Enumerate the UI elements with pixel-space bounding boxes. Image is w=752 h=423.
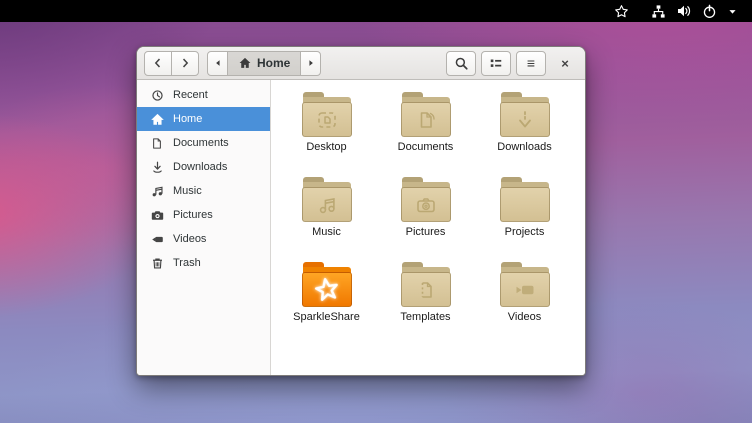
path-location-label: Home xyxy=(257,56,290,70)
path-bar: Home xyxy=(207,51,321,76)
close-icon: × xyxy=(561,56,569,71)
chevron-down-icon[interactable] xyxy=(722,0,743,22)
folder-item-music[interactable]: Music xyxy=(277,177,376,262)
window-body: Recent Home Documents Downloads Music xyxy=(137,80,585,375)
folder-icon xyxy=(302,177,352,222)
folder-icon xyxy=(302,262,352,307)
sidebar-item-trash[interactable]: Trash xyxy=(137,251,270,275)
sidebar-item-downloads[interactable]: Downloads xyxy=(137,155,270,179)
network-icon[interactable] xyxy=(646,0,671,22)
headerbar: Home ≡ × xyxy=(137,47,585,80)
folder-label: Videos xyxy=(508,311,541,324)
back-button[interactable] xyxy=(144,51,172,76)
home-icon xyxy=(238,56,252,70)
sidebar-item-label: Pictures xyxy=(173,209,213,221)
folder-item-pictures[interactable]: Pictures xyxy=(376,177,475,262)
sidebar-item-documents[interactable]: Documents xyxy=(137,131,270,155)
sidebar-item-label: Trash xyxy=(173,257,201,269)
folder-icon xyxy=(401,177,451,222)
magnifier-icon xyxy=(454,56,469,71)
system-top-bar xyxy=(0,0,752,22)
chevron-left-icon xyxy=(151,56,165,70)
desktop-screen: Home ≡ × xyxy=(0,0,752,423)
sidebar-item-pictures[interactable]: Pictures xyxy=(137,203,270,227)
search-button[interactable] xyxy=(446,51,476,76)
recent-icon xyxy=(150,88,164,102)
videos-icon xyxy=(150,232,164,246)
sidebar-item-recent[interactable]: Recent xyxy=(137,83,270,107)
hamburger-icon: ≡ xyxy=(527,56,535,70)
folder-label: Templates xyxy=(400,311,450,324)
folder-item-documents[interactable]: Documents xyxy=(376,92,475,177)
list-view-icon xyxy=(489,56,503,70)
music-emblem-icon xyxy=(315,193,339,217)
folder-item-sparkleshare[interactable]: SparkleShare xyxy=(277,262,376,347)
folder-label: Music xyxy=(312,226,341,239)
file-grid: Desktop Documents Downloads xyxy=(271,80,585,375)
folder-label: SparkleShare xyxy=(293,311,360,324)
triangle-left-icon xyxy=(213,58,223,68)
forward-button[interactable] xyxy=(171,51,199,76)
folder-label: Downloads xyxy=(497,141,551,154)
pictures-emblem-icon xyxy=(414,193,438,217)
downloads-icon xyxy=(150,160,164,174)
sidebar-item-label: Documents xyxy=(173,137,229,149)
volume-icon[interactable] xyxy=(671,0,697,22)
chevron-right-icon xyxy=(178,56,192,70)
music-icon xyxy=(150,184,164,198)
sidebar-item-label: Videos xyxy=(173,233,206,245)
folder-icon xyxy=(401,262,451,307)
files-window: Home ≡ × xyxy=(136,46,586,376)
folder-item-downloads[interactable]: Downloads xyxy=(475,92,574,177)
folder-icon xyxy=(401,92,451,137)
sidebar-item-label: Home xyxy=(173,113,202,125)
folder-item-projects[interactable]: Projects xyxy=(475,177,574,262)
path-next-button[interactable] xyxy=(300,51,321,76)
home-icon xyxy=(150,112,164,126)
folder-icon xyxy=(302,92,352,137)
sidebar: Recent Home Documents Downloads Music xyxy=(137,80,271,375)
templates-emblem-icon xyxy=(414,278,438,302)
star-emblem-icon xyxy=(312,275,342,305)
folder-label: Documents xyxy=(398,141,454,154)
path-previous-button[interactable] xyxy=(207,51,228,76)
sidebar-item-videos[interactable]: Videos xyxy=(137,227,270,251)
folder-label: Projects xyxy=(505,226,545,239)
sidebar-item-label: Downloads xyxy=(173,161,227,173)
folder-icon xyxy=(500,177,550,222)
videos-emblem-icon xyxy=(513,278,537,302)
documents-icon xyxy=(150,136,164,150)
sidebar-item-home[interactable]: Home xyxy=(137,107,270,131)
folder-item-videos[interactable]: Videos xyxy=(475,262,574,347)
folder-item-desktop[interactable]: Desktop xyxy=(277,92,376,177)
desktop-emblem-icon xyxy=(315,108,339,132)
pictures-icon xyxy=(150,208,164,222)
menu-button[interactable]: ≡ xyxy=(516,51,546,76)
folder-label: Pictures xyxy=(406,226,446,239)
sidebar-item-label: Recent xyxy=(173,89,208,101)
folder-item-templates[interactable]: Templates xyxy=(376,262,475,347)
power-icon[interactable] xyxy=(697,0,722,22)
nav-buttons xyxy=(144,51,199,76)
view-toggle-button[interactable] xyxy=(481,51,511,76)
folder-icon xyxy=(500,262,550,307)
close-button[interactable]: × xyxy=(552,50,578,76)
sidebar-item-music[interactable]: Music xyxy=(137,179,270,203)
documents-emblem-icon xyxy=(414,108,438,132)
path-location-button[interactable]: Home xyxy=(227,51,301,76)
downloads-emblem-icon xyxy=(513,108,537,132)
folder-icon xyxy=(500,92,550,137)
triangle-right-icon xyxy=(306,58,316,68)
folder-label: Desktop xyxy=(306,141,346,154)
trash-icon xyxy=(150,256,164,270)
sidebar-item-label: Music xyxy=(173,185,202,197)
favorites-star-icon[interactable] xyxy=(609,0,634,22)
